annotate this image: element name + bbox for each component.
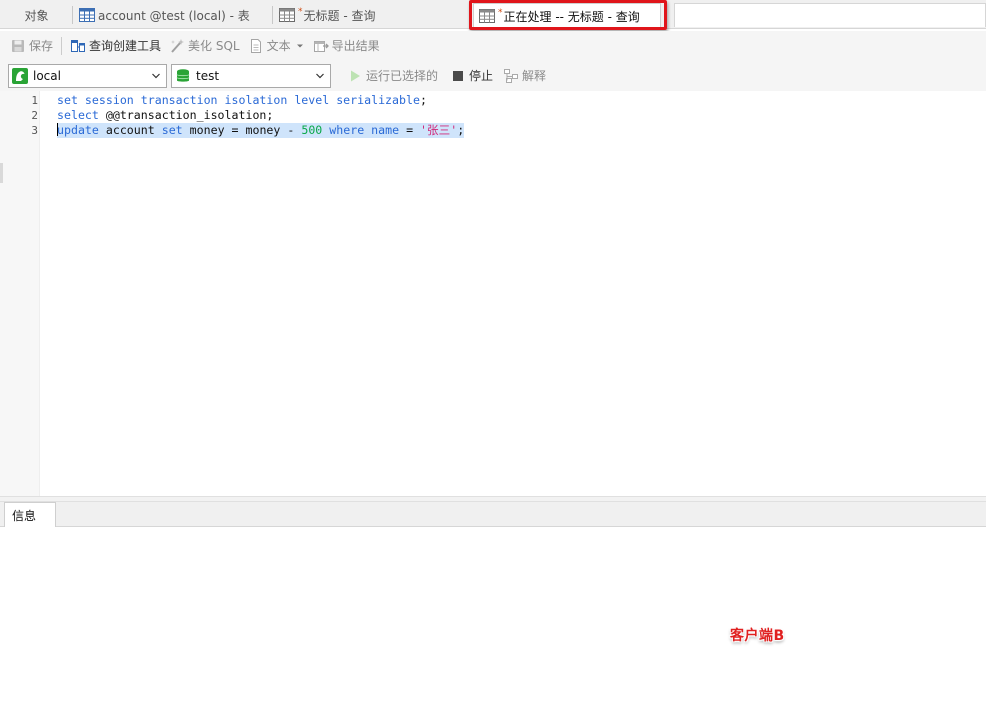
caret-down-icon [296, 44, 303, 47]
code-token: update [57, 123, 99, 137]
query-builder-button[interactable]: 查询创建工具 [66, 35, 165, 57]
modified-marker: * [298, 7, 303, 17]
run-selected-button[interactable]: 运行已选择的 [343, 65, 442, 87]
code-token: ; [457, 123, 465, 137]
tab-active-label: 正在处理 -- 无标题 - 查询 [503, 9, 640, 24]
tab-separator [272, 6, 273, 24]
modified-marker: * [498, 8, 503, 18]
client-annotation: 客户端B [730, 628, 785, 644]
code-token: set [161, 123, 183, 137]
beautify-sql-label: 美化 SQL [188, 39, 240, 53]
tab-info-label: 信息 [12, 509, 37, 523]
beautify-sql-button[interactable]: 美化 SQL [165, 35, 244, 57]
stop-label: 停止 [469, 69, 494, 83]
code-token: money = money - [182, 123, 302, 137]
document-icon [250, 38, 261, 53]
tab-active-query[interactable]: * 正在处理 -- 无标题 - 查询 [473, 3, 661, 28]
chevron-down-icon [152, 73, 160, 78]
query-builder-label: 查询创建工具 [89, 39, 162, 53]
toolbar-divider [61, 36, 63, 55]
stop-button[interactable]: 停止 [446, 65, 497, 87]
save-button[interactable]: 保存 [6, 35, 57, 57]
connection-select[interactable]: local [8, 63, 167, 88]
tab-objects-label: 对象 [24, 8, 49, 23]
code-token: @@transaction_isolation; [98, 108, 274, 122]
sql-editor[interactable]: 1 2 3 set session transaction isolation … [0, 91, 986, 496]
save-icon [12, 39, 24, 52]
stop-icon [453, 70, 464, 81]
gutter-marker [0, 163, 3, 183]
database-select[interactable]: test [171, 63, 331, 88]
tab-bar: 对象 account @test (local) - 表 * 无标题 - 查询 [0, 0, 986, 30]
chevron-down-icon [316, 73, 324, 78]
database-value: test [196, 68, 220, 83]
tab-account-table[interactable]: account @test (local) - 表 [74, 3, 273, 27]
tab-bar-empty-area [674, 3, 986, 27]
explain-button[interactable]: 解释 [499, 65, 550, 87]
tab-untitled-query[interactable]: * 无标题 - 查询 [274, 3, 470, 27]
code-token: name [371, 123, 400, 137]
save-label: 保存 [29, 39, 54, 53]
export-results-label: 导出结果 [331, 39, 380, 53]
code-line-selected[interactable]: update account set money = money - 500 w… [57, 123, 465, 138]
code-token: account [98, 123, 162, 137]
explain-label: 解释 [522, 69, 547, 83]
text-menu-button[interactable]: 文本 [244, 35, 309, 57]
line-number: 1 [31, 94, 38, 107]
code-token: '张三' [420, 123, 458, 137]
export-icon [313, 40, 329, 52]
tab-untitled-label: 无标题 - 查询 [303, 8, 376, 23]
connection-row: local test 运行已选择的 停止 解释 [0, 60, 986, 91]
explain-icon [504, 68, 519, 83]
code-line[interactable]: set session transaction isolation level … [57, 93, 427, 108]
query-builder-icon [71, 39, 86, 52]
code-token: = [399, 123, 421, 137]
connection-value: local [33, 68, 61, 83]
line-number: 3 [31, 124, 38, 137]
code-token: ; [419, 93, 427, 107]
run-selected-label: 运行已选择的 [366, 69, 439, 83]
toolbar: 保存 查询创建工具 美化 SQL 文本 导出结果 [0, 31, 986, 60]
code-token: set session transaction isolation level … [57, 93, 420, 107]
result-tab-bar: 信息 [0, 502, 986, 528]
line-number: 2 [31, 109, 38, 122]
tab-account-label: account @test (local) - 表 [98, 8, 250, 23]
code-line[interactable]: select @@transaction_isolation; [57, 108, 273, 123]
tab-objects[interactable]: 对象 [0, 3, 73, 27]
info-panel [0, 527, 986, 714]
tab-separator [72, 6, 73, 24]
magic-wand-icon [171, 38, 185, 53]
query-icon [479, 9, 495, 23]
code-token: 500 [301, 123, 323, 137]
line-number-gutter: 1 2 3 [0, 91, 40, 496]
table-icon [79, 8, 95, 22]
code-token: select [57, 108, 99, 122]
database-icon [176, 68, 190, 82]
tab-info[interactable]: 信息 [4, 502, 56, 528]
code-token: where [329, 123, 365, 137]
play-icon [351, 70, 360, 81]
export-results-button[interactable]: 导出结果 [309, 35, 384, 57]
text-menu-label: 文本 [266, 39, 291, 53]
query-icon [279, 8, 295, 22]
connection-icon [12, 67, 28, 84]
